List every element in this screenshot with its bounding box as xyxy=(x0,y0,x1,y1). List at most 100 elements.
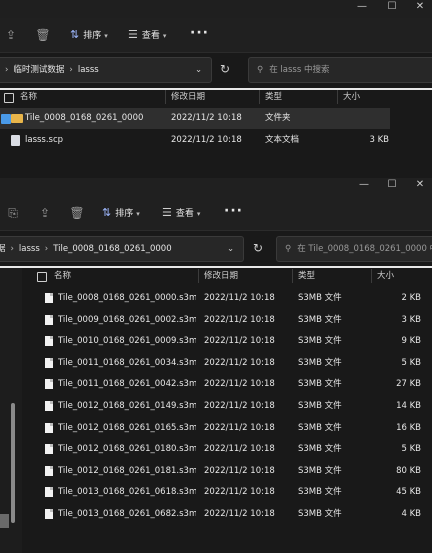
file-icon xyxy=(45,336,53,347)
file-name: Tile_0008_0168_0261_0000.s3mb xyxy=(58,293,196,303)
list-item-file[interactable]: Tile_0012_0168_0261_0180.s3mb 2022/11/2 1… xyxy=(22,439,424,460)
file-icon xyxy=(45,293,53,303)
file-name: Tile_0012_0168_0261_0181.s3mb xyxy=(58,465,196,476)
file-modified: 2022/11/2 10:18 xyxy=(204,509,275,519)
list-item-file[interactable]: Tile_0012_0168_0261_0149.s3mb 2022/11/2 1… xyxy=(22,396,424,417)
column-divider[interactable] xyxy=(165,90,166,104)
column-name[interactable]: 名称 xyxy=(20,87,37,107)
file-modified: 2022/11/2 10:18 xyxy=(171,135,242,145)
list-item-file[interactable]: Tile_0013_0168_0261_0682.s3mb 2022/11/2 1… xyxy=(22,504,424,525)
file-icon xyxy=(45,379,53,390)
breadcrumb-data[interactable]: 据 xyxy=(0,244,6,254)
list-item-file[interactable]: Tile_0013_0168_0261_0618.s3mb 2022/11/2 1… xyxy=(22,482,424,503)
list-item-file[interactable]: Tile_0008_0168_0261_0000.s3mb 2022/11/2 1… xyxy=(22,288,424,309)
column-divider[interactable] xyxy=(259,90,260,104)
select-all-checkbox[interactable] xyxy=(37,272,47,282)
select-all-checkbox[interactable] xyxy=(4,93,14,103)
chevron-down-icon: ▾ xyxy=(104,32,108,40)
sort-button[interactable]: ⇅ 排序 ▾ xyxy=(102,203,140,223)
share-icon[interactable]: ⇪ xyxy=(36,204,54,222)
maximize-button[interactable]: ☐ xyxy=(380,0,404,16)
file-type: S3MB 文件 xyxy=(298,379,342,390)
column-modified[interactable]: 修改日期 xyxy=(204,266,238,286)
search-input[interactable]: ⚲ 在 lasss 中搜索 xyxy=(248,57,432,83)
sort-icon: ⇅ xyxy=(102,206,112,219)
list-item-file[interactable]: Tile_0012_0168_0261_0181.s3mb 2022/11/2 1… xyxy=(22,461,424,482)
column-type[interactable]: 类型 xyxy=(265,87,282,107)
file-size: 80 KB xyxy=(396,465,421,476)
file-size: 14 KB xyxy=(396,401,421,411)
delete-icon[interactable]: 🗑 xyxy=(34,26,52,44)
list-item-file[interactable]: Tile_0009_0168_0261_0002.s3mb 2022/11/2 1… xyxy=(22,310,424,331)
list-item-file[interactable]: Tile_0010_0168_0261_0009.s3mb 2022/11/2 1… xyxy=(22,331,424,352)
maximize-button[interactable]: ☐ xyxy=(380,178,404,194)
close-button[interactable]: ✕ xyxy=(408,178,432,194)
file-size: 2 KB xyxy=(401,293,421,303)
breadcrumb-temp-data[interactable]: 临时测试数据 xyxy=(13,65,64,75)
file-size: 9 KB xyxy=(401,336,421,347)
file-modified: 2022/11/2 10:18 xyxy=(204,336,275,347)
search-input[interactable]: ⚲ 在 Tile_0008_0168_0261_0000 中搜 xyxy=(276,236,432,262)
file-name: lasss.scp xyxy=(25,135,64,145)
close-button[interactable]: ✕ xyxy=(408,0,432,16)
file-icon xyxy=(45,444,53,455)
more-options-button[interactable]: ··· xyxy=(224,203,243,219)
file-modified: 2022/11/2 10:18 xyxy=(204,444,275,455)
more-options-button[interactable]: ··· xyxy=(190,25,209,41)
navigation-scrollbar-thumb[interactable] xyxy=(11,403,15,523)
rename-icon[interactable]: ⎘ xyxy=(4,204,22,222)
search-icon: ⚲ xyxy=(285,244,292,254)
list-item-file[interactable]: lasss.scp 2022/11/2 10:18 文本文档 3 KB xyxy=(0,130,390,151)
address-bar[interactable]: › 临时测试数据 › lasss ⌄ xyxy=(0,57,212,83)
list-item-file[interactable]: Tile_0012_0168_0261_0165.s3mb 2022/11/2 1… xyxy=(22,418,424,439)
file-type: S3MB 文件 xyxy=(298,487,342,498)
column-modified[interactable]: 修改日期 xyxy=(171,87,205,107)
file-name: Tile_0013_0168_0261_0618.s3mb xyxy=(58,487,196,498)
column-size[interactable]: 大小 xyxy=(343,87,360,107)
file-size: 4 KB xyxy=(401,509,421,519)
list-item-file[interactable]: Tile_0011_0168_0261_0034.s3mb 2022/11/2 1… xyxy=(22,353,424,374)
file-type: S3MB 文件 xyxy=(298,444,342,455)
file-type: S3MB 文件 xyxy=(298,357,342,368)
title-bar: — ☐ ✕ xyxy=(0,178,432,196)
file-name: Tile_0011_0168_0261_0042.s3mb xyxy=(58,379,196,390)
chevron-right-icon: › xyxy=(44,244,49,254)
file-name: Tile_0011_0168_0261_0034.s3mb xyxy=(58,357,196,368)
chevron-down-icon: ▾ xyxy=(136,210,140,218)
sort-button[interactable]: ⇅ 排序 ▾ xyxy=(70,25,108,45)
column-type[interactable]: 类型 xyxy=(298,266,315,286)
column-header: 名称 修改日期 类型 大小 xyxy=(0,87,432,107)
list-item-folder[interactable]: Tile_0008_0168_0261_0000 2022/11/2 10:18… xyxy=(0,108,390,129)
file-size: 16 KB xyxy=(396,422,421,433)
file-type: S3MB 文件 xyxy=(298,509,342,519)
column-divider[interactable] xyxy=(337,90,338,104)
share-icon[interactable]: ⇪ xyxy=(2,26,20,44)
list-item-file[interactable]: Tile_0011_0168_0261_0042.s3mb 2022/11/2 1… xyxy=(22,374,424,395)
navigation-scrollbar-track[interactable] xyxy=(0,514,9,528)
column-divider[interactable] xyxy=(292,269,293,283)
breadcrumb-tile-folder[interactable]: Tile_0008_0168_0261_0000 xyxy=(53,244,171,254)
file-icon xyxy=(45,357,53,368)
file-icon xyxy=(45,487,53,498)
view-button[interactable]: ☰ 查看 ▾ xyxy=(162,203,200,223)
column-name[interactable]: 名称 xyxy=(54,266,71,286)
breadcrumb-lasss[interactable]: lasss xyxy=(78,65,99,75)
minimize-button[interactable]: — xyxy=(350,0,374,16)
address-bar[interactable]: 据 › lasss › Tile_0008_0168_0261_0000 ⌄ xyxy=(0,236,244,262)
chevron-down-icon: ▾ xyxy=(162,32,167,40)
column-size[interactable]: 大小 xyxy=(377,266,394,286)
delete-icon[interactable]: 🗑 xyxy=(68,204,86,222)
column-divider[interactable] xyxy=(198,269,199,283)
column-divider[interactable] xyxy=(371,269,372,283)
chevron-down-icon[interactable]: ⌄ xyxy=(227,237,234,261)
breadcrumb-lasss[interactable]: lasss xyxy=(19,244,40,254)
chevron-down-icon[interactable]: ⌄ xyxy=(195,58,202,82)
view-button[interactable]: ☰ 查看 ▾ xyxy=(128,25,166,45)
command-bar: ⎘ ⇪ 🗑 ⇅ 排序 ▾ ☰ 查看 ▾ ··· xyxy=(0,196,432,231)
sort-icon: ⇅ xyxy=(70,28,80,41)
refresh-icon[interactable]: ↻ xyxy=(216,60,234,78)
command-bar: ⇪ 🗑 ⇅ 排序 ▾ ☰ 查看 ▾ ··· xyxy=(0,18,432,53)
refresh-icon[interactable]: ↻ xyxy=(249,239,267,257)
minimize-button[interactable]: — xyxy=(352,178,376,194)
checkbox-checked[interactable] xyxy=(1,114,11,124)
